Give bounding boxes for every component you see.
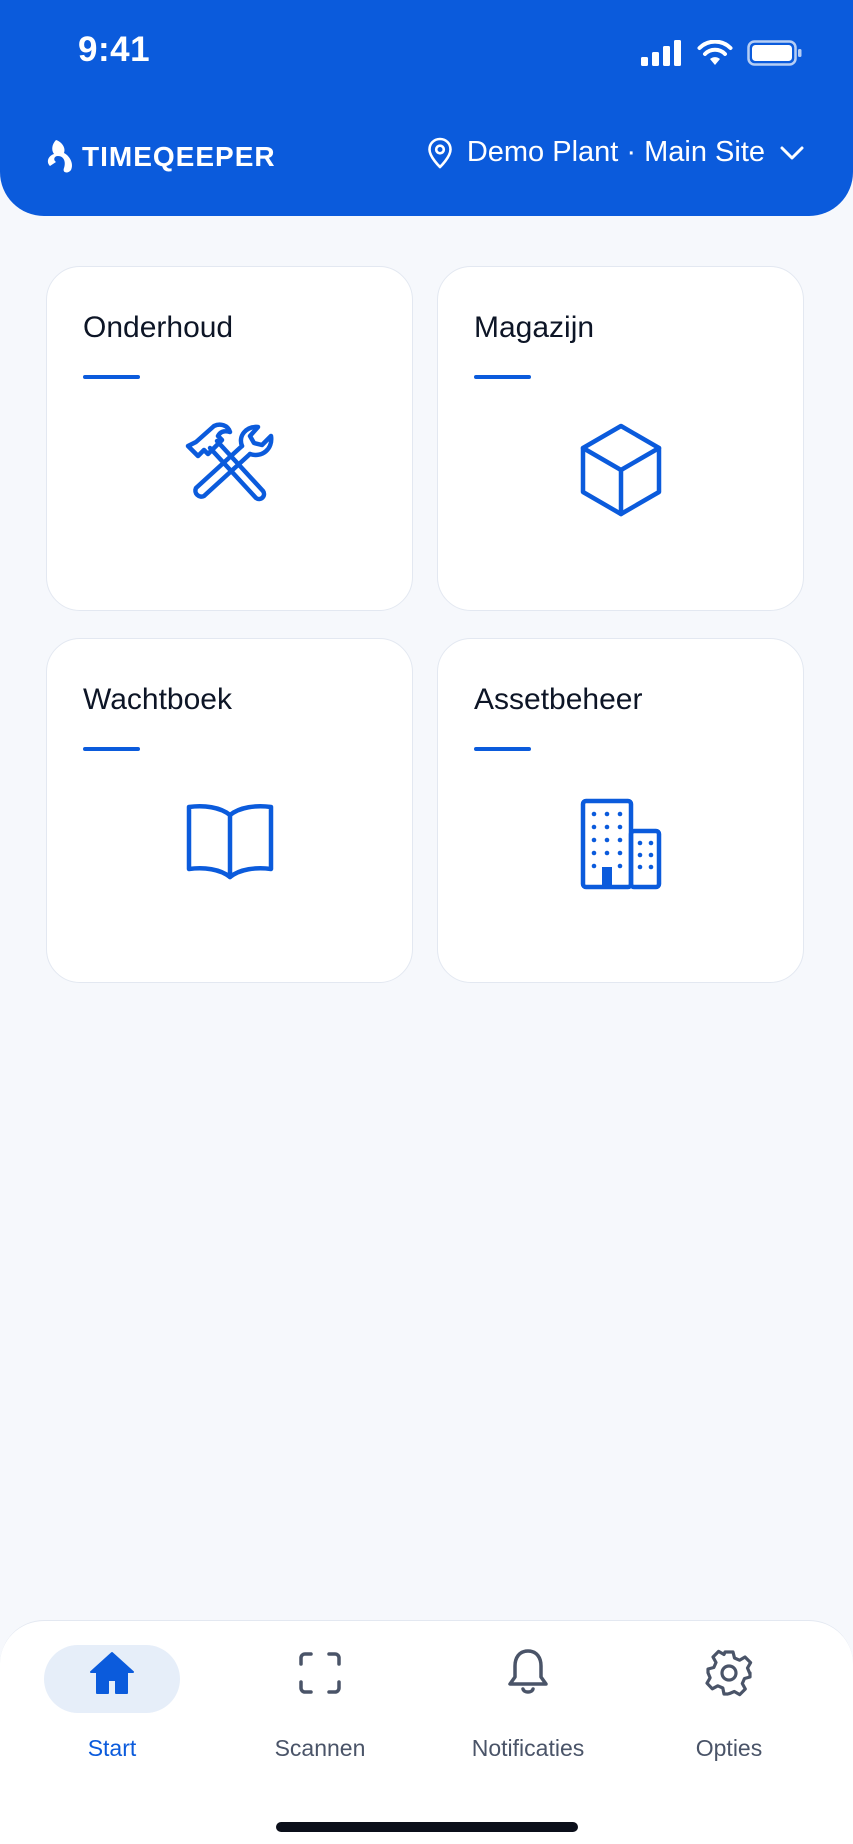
home-icon xyxy=(90,1652,134,1694)
tile-title: Wachtboek xyxy=(83,683,232,716)
gear-icon xyxy=(705,1649,753,1697)
buildings-icon xyxy=(580,798,661,890)
open-book-icon xyxy=(186,804,273,880)
home-indicator xyxy=(276,1822,578,1832)
tile-wachtboek[interactable]: Wachtboek xyxy=(46,638,413,983)
nav-label: Notificaties xyxy=(471,1735,585,1761)
bell-icon xyxy=(508,1649,548,1694)
map-pin-icon xyxy=(428,137,452,168)
status-time: 9:41 xyxy=(78,30,151,69)
wrench-hammer-icon xyxy=(185,422,273,502)
battery-icon xyxy=(747,40,802,66)
nav-item-scannen[interactable]: Scannen xyxy=(225,1621,415,1761)
nav-item-notificaties[interactable]: Notificaties xyxy=(433,1621,623,1761)
location-label: Demo Plant · Main Site xyxy=(466,136,765,168)
nav-label: Opties xyxy=(695,1735,763,1761)
app-screen: 9:41 TIMEQEEPER Demo Plant · Main Site O… xyxy=(0,0,853,1844)
tile-title: Magazijn xyxy=(474,311,595,344)
tile-onderhoud[interactable]: Onderhoud xyxy=(46,266,413,611)
cube-icon xyxy=(580,423,661,517)
brand-name: TIMEQEEPER xyxy=(82,141,276,172)
status-icons xyxy=(641,38,803,68)
wifi-icon xyxy=(697,40,733,65)
tile-underline xyxy=(83,375,140,379)
nav-item-opties[interactable]: Opties xyxy=(634,1621,824,1761)
tile-title: Onderhoud xyxy=(83,311,234,344)
chevron-down-icon xyxy=(780,146,804,159)
tile-assetbeheer[interactable]: Assetbeheer xyxy=(437,638,804,983)
bottom-nav: Start Scannen Notificaties Opties xyxy=(0,1620,853,1844)
tile-underline xyxy=(474,747,531,751)
cellular-signal-icon xyxy=(641,40,681,66)
nav-label: Start xyxy=(87,1735,137,1761)
header: 9:41 TIMEQEEPER Demo Plant · Main Site xyxy=(0,0,853,216)
location-selector[interactable]: Demo Plant · Main Site xyxy=(427,136,805,169)
tile-magazijn[interactable]: Magazijn xyxy=(437,266,804,611)
tile-title: Assetbeheer xyxy=(474,683,643,716)
brand: TIMEQEEPER xyxy=(44,138,276,176)
tile-underline xyxy=(474,375,531,379)
nav-item-start[interactable]: Start xyxy=(17,1621,207,1761)
brand-logo-icon xyxy=(47,140,73,173)
tile-underline xyxy=(83,747,140,751)
scan-icon xyxy=(299,1652,341,1694)
nav-label: Scannen xyxy=(274,1735,366,1761)
